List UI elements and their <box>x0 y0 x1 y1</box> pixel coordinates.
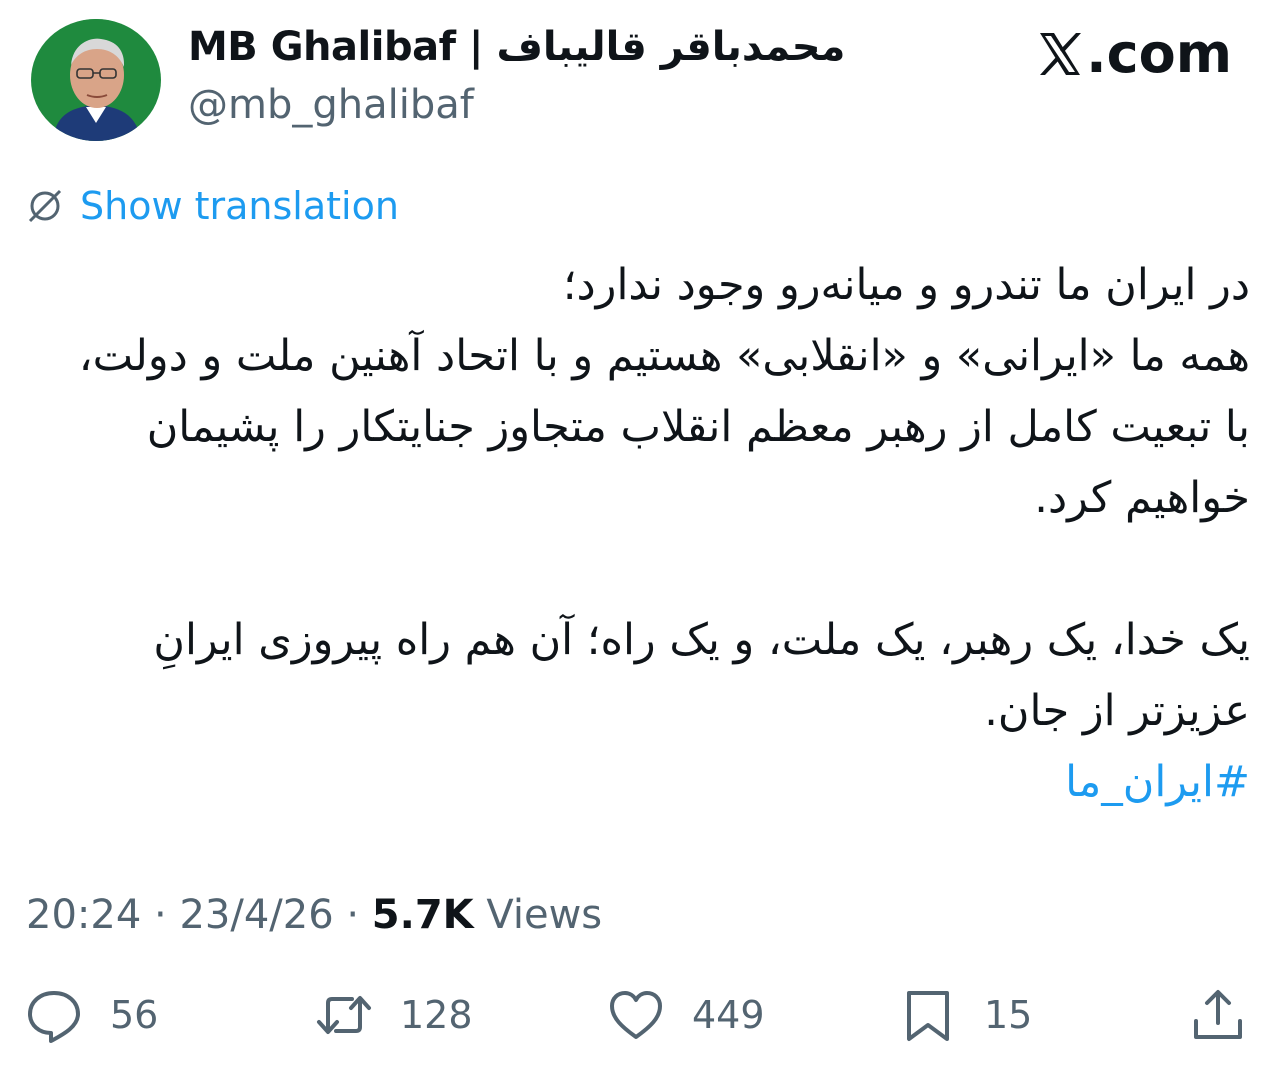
bookmark-count: 15 <box>984 993 1033 1037</box>
tweet-paragraph: همه ما «ایرانی» و «انقلابی» هستیم و با ا… <box>78 331 1250 523</box>
site-label-text: .com <box>1086 22 1232 85</box>
display-name[interactable]: MB Ghalibaf | محمدباقر قالیباف <box>188 20 846 74</box>
like-count: 449 <box>692 993 765 1037</box>
avatar-portrait <box>35 19 157 141</box>
share-icon <box>1194 990 1242 1039</box>
tweet-paragraph: یک خدا، یک رهبر، یک ملت، و یک راه؛ آن هم… <box>153 615 1250 736</box>
x-logo-icon <box>1040 33 1082 75</box>
reply-button[interactable]: 56 <box>26 985 158 1045</box>
globe-icon <box>28 189 62 223</box>
site-watermark: .com <box>1036 20 1232 88</box>
user-handle[interactable]: @mb_ghalibaf <box>188 78 474 132</box>
tweet-date[interactable]: 23/4/26 <box>179 892 333 938</box>
repost-count: 128 <box>400 993 473 1037</box>
repost-button[interactable]: 128 <box>316 985 473 1045</box>
reply-icon <box>28 991 80 1043</box>
bookmark-button[interactable]: 15 <box>900 985 1032 1045</box>
show-translation-label: Show translation <box>80 184 399 228</box>
avatar[interactable] <box>31 19 161 141</box>
bookmark-icon <box>907 991 949 1041</box>
action-bar: 56 128 449 15 <box>0 985 1276 1045</box>
tweet-time[interactable]: 20:24 <box>26 892 141 938</box>
tweet-metadata: 20:24 · 23/4/26 · 5.7K Views <box>26 888 602 942</box>
views-count: 5.7K <box>371 892 474 938</box>
tweet-text: در ایران ما تندرو و میانه‌رو وجود ندارد؛… <box>40 250 1250 818</box>
reply-count: 56 <box>110 993 159 1037</box>
show-translation-link[interactable]: Show translation <box>26 180 399 232</box>
like-button[interactable]: 449 <box>608 985 765 1045</box>
hashtag-link[interactable]: #ایران_ما <box>1065 757 1250 807</box>
share-button[interactable] <box>1190 985 1246 1045</box>
meta-separator: · <box>141 892 180 938</box>
repost-icon <box>317 996 371 1034</box>
heart-icon <box>610 991 662 1039</box>
tweet-paragraph: در ایران ما تندرو و میانه‌رو وجود ندارد؛ <box>562 260 1250 310</box>
views-label: Views <box>473 892 603 938</box>
meta-separator: · <box>333 892 372 938</box>
